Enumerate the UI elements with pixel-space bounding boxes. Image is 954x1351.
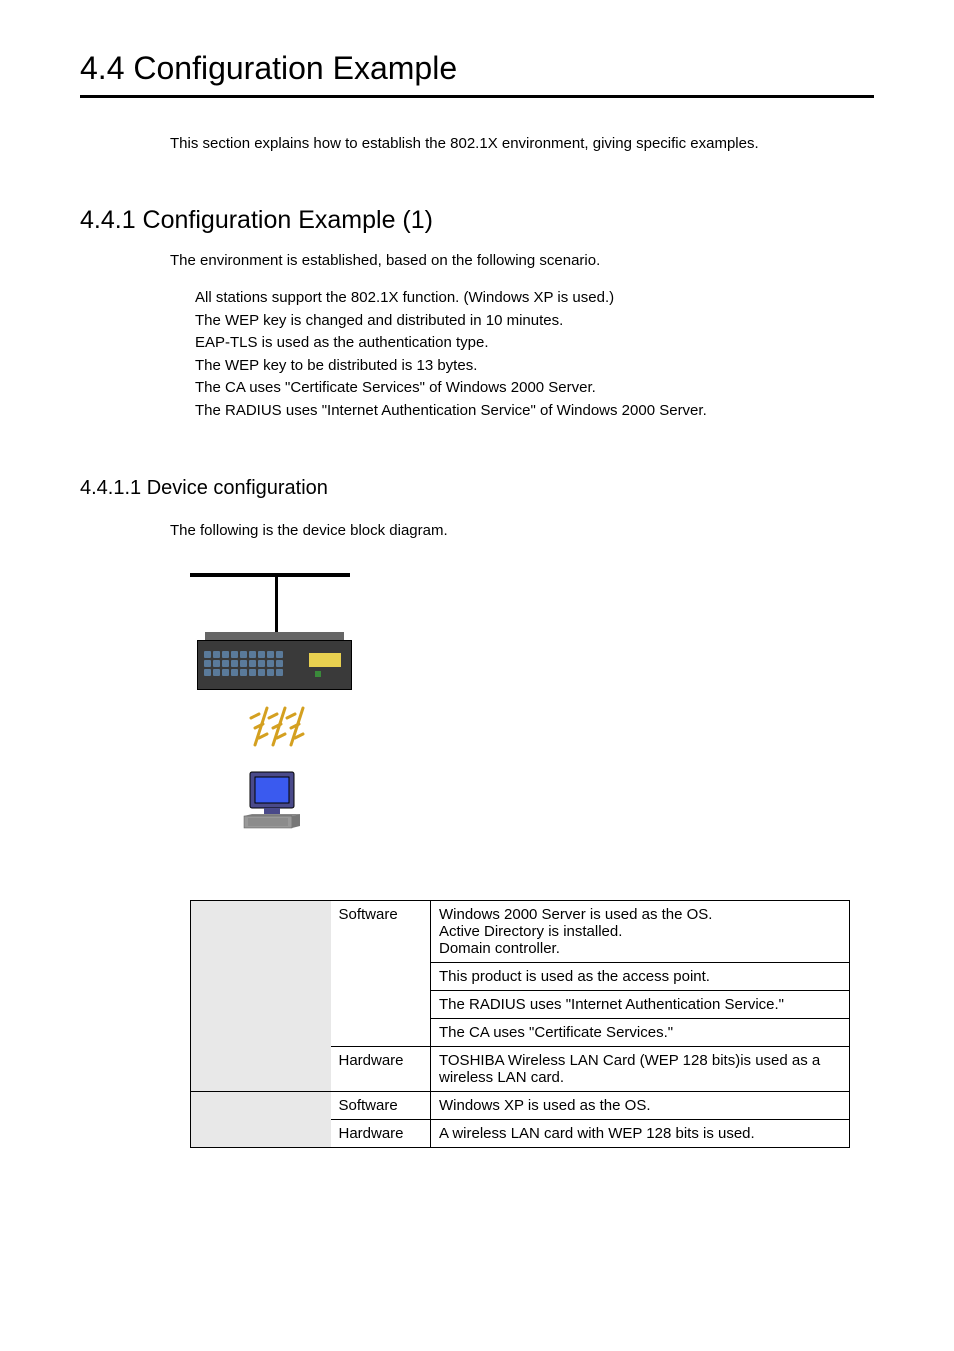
device-group-cell bbox=[191, 900, 331, 1091]
device-config-table: Software Windows 2000 Server is used as … bbox=[190, 900, 850, 1148]
access-point-device-icon bbox=[197, 632, 352, 690]
device-group-cell bbox=[191, 1091, 331, 1147]
category-cell: Hardware bbox=[331, 1046, 431, 1091]
section-intro: This section explains how to establish t… bbox=[170, 133, 874, 156]
detail-cell: The RADIUS uses "Internet Authentication… bbox=[431, 990, 850, 1018]
table-row: Software Windows 2000 Server is used as … bbox=[191, 900, 850, 962]
detail-cell: This product is used as the access point… bbox=[431, 962, 850, 990]
wireless-signal-icon bbox=[245, 700, 874, 760]
detail-cell: Windows 2000 Server is used as the OS. A… bbox=[431, 900, 850, 962]
subsubsection-intro: The following is the device block diagra… bbox=[170, 520, 874, 543]
network-bus-line bbox=[190, 573, 350, 577]
device-block-diagram bbox=[190, 573, 874, 840]
category-cell: Software bbox=[331, 1091, 431, 1119]
scenario-item: The WEP key is changed and distributed i… bbox=[195, 310, 874, 333]
table-row: Software Windows XP is used as the OS. bbox=[191, 1091, 850, 1119]
scenario-item: The CA uses "Certificate Services" of Wi… bbox=[195, 377, 874, 400]
scenario-item: All stations support the 802.1X function… bbox=[195, 287, 874, 310]
scenario-item: The RADIUS uses "Internet Authentication… bbox=[195, 400, 874, 423]
drop-line bbox=[275, 577, 278, 632]
category-cell: Hardware bbox=[331, 1119, 431, 1147]
scenario-item: EAP-TLS is used as the authentication ty… bbox=[195, 332, 874, 355]
computer-icon bbox=[242, 770, 874, 840]
scenario-list: All stations support the 802.1X function… bbox=[195, 287, 874, 422]
detail-cell: The CA uses "Certificate Services." bbox=[431, 1018, 850, 1046]
detail-cell: A wireless LAN card with WEP 128 bits is… bbox=[431, 1119, 850, 1147]
subsubsection-title: 4.4.1.1 Device configuration bbox=[80, 477, 874, 500]
scenario-item: The WEP key to be distributed is 13 byte… bbox=[195, 355, 874, 378]
subsection-intro: The environment is established, based on… bbox=[170, 250, 874, 273]
detail-cell: Windows XP is used as the OS. bbox=[431, 1091, 850, 1119]
detail-cell: TOSHIBA Wireless LAN Card (WEP 128 bits)… bbox=[431, 1046, 850, 1091]
section-title: 4.4 Configuration Example bbox=[80, 50, 874, 87]
subsection-title: 4.4.1 Configuration Example (1) bbox=[80, 206, 874, 235]
title-underline bbox=[80, 95, 874, 98]
category-cell: Software bbox=[331, 900, 431, 1046]
